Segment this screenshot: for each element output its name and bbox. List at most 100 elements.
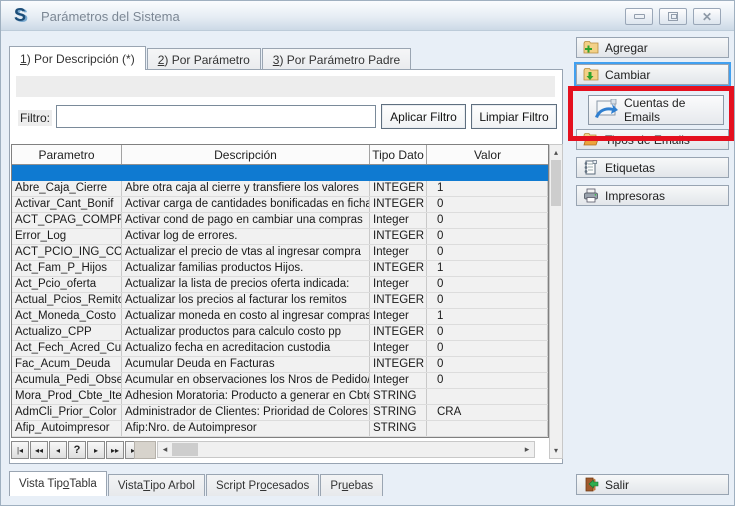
tipos-de-emails-button[interactable]: Tipos de Emails <box>576 129 729 150</box>
table-cell: Acumular en observaciones los Nros de Pe… <box>122 373 370 388</box>
horizontal-scroll-thumb[interactable] <box>172 443 198 456</box>
tab-pruebas[interactable]: Pruebas <box>320 474 383 496</box>
nav-help-button[interactable]: ? <box>68 441 86 459</box>
table-row[interactable]: Fac_Acum_DeudaAcumular Deuda en Facturas… <box>12 357 548 373</box>
table-cell: INTEGER <box>370 261 427 276</box>
table-cell: STRING <box>370 389 427 404</box>
horizontal-scrollbar[interactable]: ◂ ▸ <box>157 441 535 458</box>
table-row[interactable]: Act_Fech_Acred_CustActualizo fecha en ac… <box>12 341 548 357</box>
folder-down-arrow-icon <box>583 67 599 82</box>
table-row[interactable]: ACT_PCIO_ING_COMActualizar el precio de … <box>12 245 548 261</box>
table-cell: Integer <box>370 213 427 228</box>
clear-filter-button[interactable]: Limpiar Filtro <box>471 104 557 129</box>
table-cell: Actualizo fecha en acreditacion custodia <box>122 341 370 356</box>
table-cell: AdmCli_Prior_Color <box>12 405 122 420</box>
table-row[interactable]: Afip_AutoimpresorAfip:Nro. de Autoimpres… <box>12 421 548 437</box>
tab-vista-tipo-arbol[interactable]: Vista Tipo Arbol <box>108 474 205 496</box>
table-cell: Act_Pcio_oferta <box>12 277 122 292</box>
tab-label: Script Pr <box>216 480 260 492</box>
cambiar-button-label: Cambiar <box>605 68 650 82</box>
open-folder-icon <box>583 132 599 147</box>
table-cell: Mora_Prod_Cbte_Item <box>12 389 122 404</box>
table-cell: Act_Fam_P_Hijos <box>12 261 122 276</box>
title-bar[interactable]: S Parámetros del Sistema ✕ <box>1 1 735 31</box>
db-navigator: |◂◂◂◂?▸▸▸▸| <box>11 441 144 459</box>
minimize-button[interactable] <box>625 8 653 25</box>
table-row[interactable]: Acumula_Pedi_ObseAcumular en observacion… <box>12 373 548 389</box>
vertical-scroll-thumb[interactable] <box>551 160 561 206</box>
tab-script-procesados[interactable]: Script Procesados <box>206 474 319 496</box>
tab-por-parametro[interactable]: 2) Por Parámetro <box>147 48 261 70</box>
printer-icon <box>583 188 599 203</box>
salir-button[interactable]: Salir <box>576 474 729 495</box>
scroll-right-icon[interactable]: ▸ <box>520 444 534 455</box>
scroll-up-icon[interactable]: ▴ <box>550 145 562 160</box>
nav-first-button[interactable]: |◂ <box>11 441 29 459</box>
table-cell: Integer <box>370 245 427 260</box>
tab-vista-tipo-tabla[interactable]: Vista Tipo Tabla <box>9 471 107 496</box>
column-header-tipo-dato[interactable]: Tipo Dato <box>370 145 427 164</box>
scroll-down-icon[interactable]: ▾ <box>550 443 562 458</box>
apply-filter-button[interactable]: Aplicar Filtro <box>381 104 466 129</box>
cuentas-de-emails-button[interactable]: Cuentas de Emails <box>588 95 724 125</box>
table-row[interactable]: ACT_CPAG_COMPRAActivar cond de pago en c… <box>12 213 548 229</box>
vertical-scrollbar[interactable]: ▴ ▾ <box>549 144 563 459</box>
impresoras-button[interactable]: Impresoras <box>576 185 729 206</box>
table-cell: ACT_CPAG_COMPRA <box>12 213 122 228</box>
table-cell <box>370 437 427 438</box>
parametros-window: S Parámetros del Sistema ✕ 1) Por Descri… <box>0 0 735 506</box>
cuentas-de-emails-button-label: Cuentas de Emails <box>624 96 723 124</box>
selected-row[interactable] <box>12 165 548 181</box>
column-header-valor[interactable]: Valor <box>427 145 548 164</box>
exit-door-icon <box>583 477 599 492</box>
filter-input[interactable] <box>56 105 376 128</box>
grid-body: Abre_Caja_CierreAbre otra caja al cierre… <box>12 181 548 438</box>
nav-prior-page-button[interactable]: ◂◂ <box>30 441 48 459</box>
table-row[interactable]: Mora_Prod_Cbte_ItemAdhesion Moratoria: P… <box>12 389 548 405</box>
table-row[interactable]: Act_Moneda_CostoActualizar moneda en cos… <box>12 309 548 325</box>
scroll-left-icon[interactable]: ◂ <box>158 444 172 455</box>
table-cell: Actualizar el precio de vtas al ingresar… <box>122 245 370 260</box>
table-cell: Acumula_Pedi_Obse <box>12 373 122 388</box>
table-cell: Integer <box>370 309 427 324</box>
column-header-descripcion[interactable]: Descripción <box>122 145 370 164</box>
nav-next-page-button[interactable]: ▸▸ <box>106 441 124 459</box>
close-button[interactable]: ✕ <box>693 8 721 25</box>
maximize-button[interactable] <box>659 8 687 25</box>
table-row[interactable]: Abre_Caja_CierreAbre otra caja al cierre… <box>12 181 548 197</box>
tab-accel: 1 <box>20 52 27 66</box>
table-row[interactable]: Act_Fam_P_HijosActualizar familias produ… <box>12 261 548 277</box>
table-row[interactable]: Actualizo_CPPActualizar productos para c… <box>12 325 548 341</box>
tab-por-parametro-padre[interactable]: 3) Por Parámetro Padre <box>262 48 411 70</box>
table-row[interactable]: AdmCli_Prior_ColorAdministrador de Clien… <box>12 405 548 421</box>
table-cell: Activar_Cant_Bonif <box>12 197 122 212</box>
tab-por-descripcion[interactable]: 1) Por Descripción (*) <box>9 46 146 70</box>
table-cell: INTEGER <box>370 181 427 196</box>
table-row[interactable]: Act_Pcio_ofertaActualizar la lista de pr… <box>12 277 548 293</box>
parameters-grid: Parametro Descripción Tipo Dato Valor Ab… <box>11 144 549 438</box>
tab-label: ) Por Parámetro Padre <box>279 53 400 67</box>
table-cell: Acumular Deuda en Facturas <box>122 357 370 372</box>
tab-label: Pr <box>330 480 342 492</box>
table-cell: 1 <box>427 309 548 324</box>
table-row[interactable]: Actual_Pcios_RemitosActualizar los preci… <box>12 293 548 309</box>
agregar-button[interactable]: Agregar <box>576 37 729 58</box>
folder-plus-icon <box>583 40 599 55</box>
table-cell: Adhesion Moratoria: Producto a generar e… <box>122 389 370 404</box>
table-cell: 0 <box>427 229 548 244</box>
nav-next-button[interactable]: ▸ <box>87 441 105 459</box>
table-row[interactable]: Activar_Cant_BonifActivar carga de canti… <box>12 197 548 213</box>
impresoras-button-label: Impresoras <box>605 189 665 203</box>
table-cell: 0 <box>427 373 548 388</box>
grid-header: Parametro Descripción Tipo Dato Valor <box>12 145 548 165</box>
table-cell: 0 <box>427 277 548 292</box>
table-row[interactable]: Error_LogActivar log de errores.INTEGER0 <box>12 229 548 245</box>
nav-prior-button[interactable]: ◂ <box>49 441 67 459</box>
etiquetas-button[interactable]: Etiquetas <box>576 157 729 178</box>
filter-label: Filtro: <box>18 110 52 126</box>
tab-label: Vista Tip <box>19 478 63 490</box>
table-cell: Actualizar los precios al facturar los r… <box>122 293 370 308</box>
table-row[interactable] <box>12 437 548 438</box>
column-header-parametro[interactable]: Parametro <box>12 145 122 164</box>
cambiar-button[interactable]: Cambiar <box>576 64 729 85</box>
